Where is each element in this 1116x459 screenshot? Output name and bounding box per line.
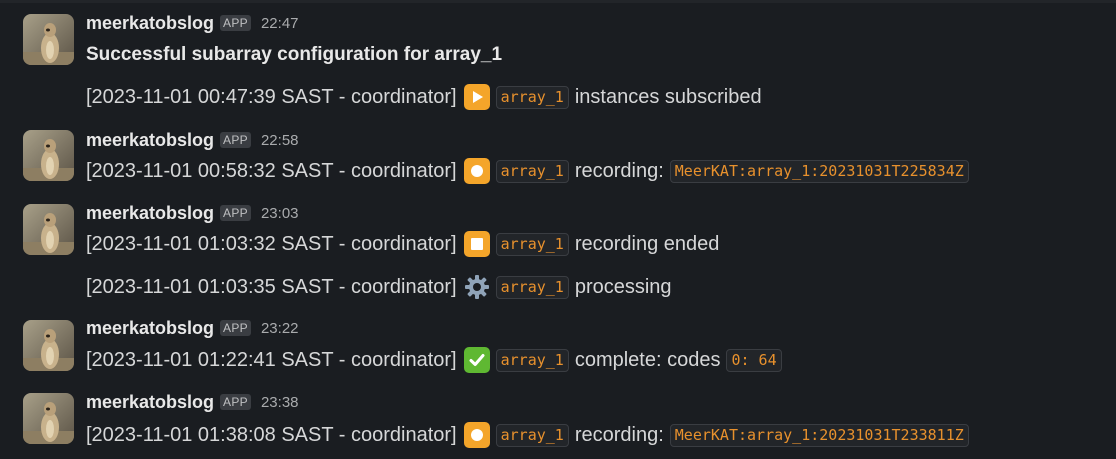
- record-icon: [463, 158, 490, 184]
- record-icon: [463, 422, 490, 448]
- log-prefix: [2023-11-01 01:22:41 SAST - coordinator]: [86, 348, 457, 371]
- avatar[interactable]: [23, 130, 74, 181]
- avatar[interactable]: [23, 393, 74, 444]
- message-line: Successful subarray configuration for ar…: [86, 40, 502, 70]
- timestamp[interactable]: 23:03: [261, 205, 299, 222]
- sender-name[interactable]: meerkatobslog: [86, 392, 214, 413]
- top-divider: [0, 0, 1116, 3]
- avatar[interactable]: [23, 14, 74, 65]
- timestamp[interactable]: 22:58: [261, 132, 299, 149]
- message-line: [2023-11-01 01:38:08 SAST - coordinator]…: [86, 420, 975, 450]
- message-header: meerkatobslog APP 23:22: [86, 317, 299, 339]
- message-line: [2023-11-01 00:47:39 SAST - coordinator]…: [86, 82, 762, 112]
- message-header: meerkatobslog APP 22:58: [86, 129, 299, 151]
- inline-code: MeerKAT:array_1:20231031T225834Z: [669, 159, 969, 183]
- stop-icon: [463, 231, 490, 257]
- log-prefix: [2023-11-01 00:47:39 SAST - coordinator]: [86, 85, 457, 108]
- avatar[interactable]: [23, 204, 74, 255]
- check-icon: [463, 347, 490, 373]
- inline-code: 0: 64: [726, 348, 782, 372]
- log-text: complete: codes: [574, 348, 721, 371]
- inline-code: MeerKAT:array_1:20231031T233811Z: [669, 423, 969, 447]
- avatar[interactable]: [23, 320, 74, 371]
- log-prefix: [2023-11-01 01:03:35 SAST - coordinator]: [86, 275, 457, 298]
- timestamp[interactable]: 23:22: [261, 320, 299, 337]
- log-text: recording ended: [574, 232, 720, 255]
- app-badge: APP: [220, 205, 251, 221]
- log-text: recording:: [574, 423, 664, 446]
- sender-name[interactable]: meerkatobslog: [86, 203, 214, 224]
- message-header: meerkatobslog APP 23:03: [86, 202, 299, 224]
- app-badge: APP: [220, 320, 251, 336]
- log-prefix: [2023-11-01 01:38:08 SAST - coordinator]: [86, 423, 457, 446]
- message-line: [2023-11-01 01:03:35 SAST - coordinator]…: [86, 272, 672, 302]
- app-badge: APP: [220, 15, 251, 31]
- message-line: [2023-11-01 01:22:41 SAST - coordinator]…: [86, 345, 788, 375]
- log-prefix: [2023-11-01 01:03:32 SAST - coordinator]: [86, 232, 457, 255]
- log-prefix: [2023-11-01 00:58:32 SAST - coordinator]: [86, 159, 457, 182]
- sender-name[interactable]: meerkatobslog: [86, 318, 214, 339]
- log-text: instances subscribed: [574, 85, 762, 108]
- message-header: meerkatobslog APP 22:47: [86, 12, 299, 34]
- message-header: meerkatobslog APP 23:38: [86, 391, 299, 413]
- inline-code: array_1: [495, 423, 569, 447]
- inline-code: array_1: [495, 275, 569, 299]
- message-line: [2023-11-01 01:03:32 SAST - coordinator]…: [86, 229, 719, 259]
- app-badge: APP: [220, 132, 251, 148]
- play-icon: [463, 84, 490, 110]
- message-line: [2023-11-01 00:58:32 SAST - coordinator]…: [86, 156, 975, 186]
- inline-code: array_1: [495, 232, 569, 256]
- log-text: recording:: [574, 159, 664, 182]
- sender-name[interactable]: meerkatobslog: [86, 130, 214, 151]
- inline-code: array_1: [495, 159, 569, 183]
- inline-code: array_1: [495, 348, 569, 372]
- log-text: processing: [574, 275, 672, 298]
- sender-name[interactable]: meerkatobslog: [86, 13, 214, 34]
- app-badge: APP: [220, 394, 251, 410]
- message-title: Successful subarray configuration for ar…: [86, 44, 503, 65]
- inline-code: array_1: [495, 85, 569, 109]
- timestamp[interactable]: 23:38: [261, 394, 299, 411]
- gear-icon: [464, 274, 490, 300]
- timestamp[interactable]: 22:47: [261, 15, 299, 32]
